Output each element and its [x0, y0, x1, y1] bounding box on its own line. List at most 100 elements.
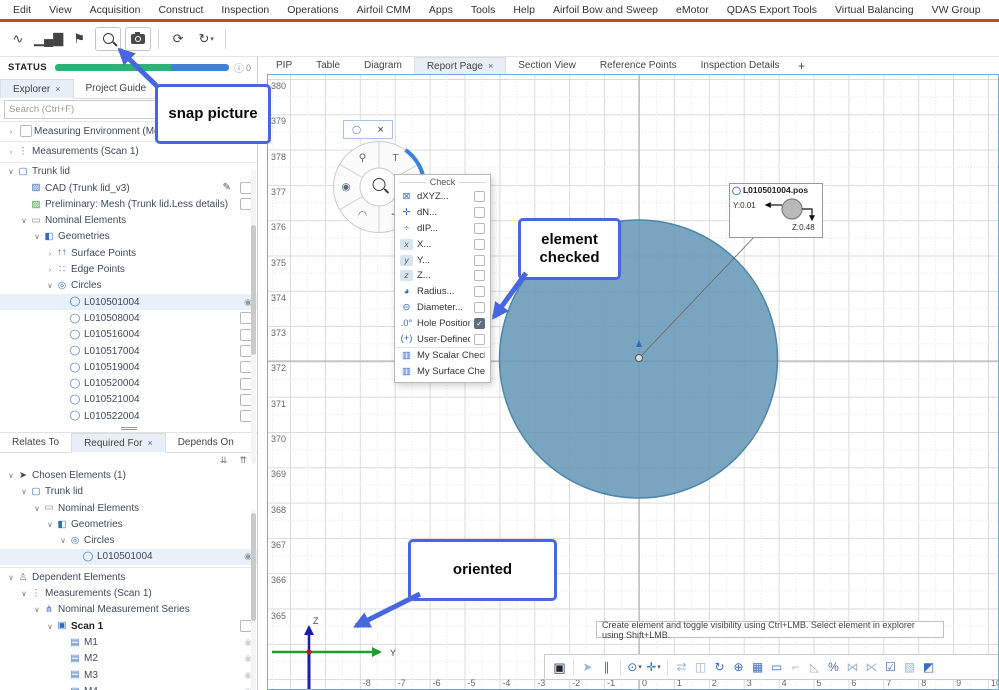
- expander-icon[interactable]: ∨: [58, 536, 68, 545]
- layout-icon[interactable]: ◩: [919, 661, 938, 673]
- view-orientation-icon[interactable]: ◉: [338, 179, 354, 195]
- check-item-dxyz[interactable]: ⊠dXYZ...: [395, 189, 490, 205]
- corner-select-icon[interactable]: ⌐: [786, 661, 805, 673]
- check-item-my-scalar-check[interactable]: ▥My Scalar Check: [395, 347, 490, 364]
- globe-icon[interactable]: ⊕: [729, 661, 748, 673]
- tab-project-guide[interactable]: Project Guide: [74, 79, 159, 98]
- checkbox[interactable]: [474, 255, 485, 266]
- tree-row-l010522004[interactable]: ◯L010522004: [0, 408, 257, 424]
- tab-reference-points[interactable]: Reference Points: [588, 57, 689, 74]
- check-item-x[interactable]: xX...: [395, 236, 490, 252]
- tree-row-edge-points[interactable]: ›∷Edge Points: [0, 261, 257, 277]
- link-icon[interactable]: %: [824, 661, 843, 673]
- check-item-user-defined[interactable]: (+)User-Defined...: [395, 331, 490, 347]
- close-icon[interactable]: ×: [488, 61, 493, 71]
- scrollbar-thumb[interactable]: [251, 225, 256, 355]
- tree-row-nominal-elements[interactable]: ∨▭Nominal Elements: [0, 212, 257, 228]
- tree-row-m1[interactable]: ▤M1◉: [0, 634, 257, 650]
- menu-airfoil-bow-and-sweep[interactable]: Airfoil Bow and Sweep: [544, 4, 667, 16]
- checkbox[interactable]: [474, 239, 485, 250]
- new-tab-button[interactable]: +: [792, 57, 812, 74]
- checkbox[interactable]: ✓: [474, 318, 485, 329]
- tree-row-cad-trunk-lid-v3[interactable]: ▨CAD (Trunk lid_v3)✎: [0, 180, 257, 196]
- zoom-tool-icon[interactable]: [373, 178, 386, 196]
- hole-marker[interactable]: [782, 199, 802, 219]
- expander-icon[interactable]: ∨: [32, 504, 42, 513]
- expander-icon[interactable]: ›: [45, 265, 55, 274]
- checkbox[interactable]: [474, 207, 485, 218]
- rotate-icon[interactable]: ↻: [710, 661, 729, 673]
- menu-zeiss-scanport[interactable]: ZEISS ScanPort: [990, 4, 999, 16]
- tree-row-circles[interactable]: ∨◎Circles: [0, 278, 257, 294]
- tree-row-l010521004[interactable]: ◯L010521004: [0, 392, 257, 408]
- checkbox[interactable]: [474, 191, 485, 202]
- checkbox[interactable]: [20, 125, 32, 137]
- tree-row-l010501004[interactable]: ◯L010501004◉: [0, 294, 257, 310]
- rectangle-select-icon[interactable]: ▭: [767, 661, 786, 673]
- check-item-dn[interactable]: ✛dN...: [395, 205, 490, 221]
- menu-emotor[interactable]: eMotor: [667, 4, 718, 16]
- menu-virtual-balancing[interactable]: Virtual Balancing: [826, 4, 923, 16]
- close-icon[interactable]: ×: [377, 124, 383, 136]
- tab-report-page[interactable]: Report Page×: [414, 57, 506, 75]
- grid-icon[interactable]: ⋈: [843, 661, 862, 673]
- expander-icon[interactable]: ∨: [6, 167, 16, 176]
- edit-pencil-icon[interactable]: ✎: [223, 183, 231, 193]
- menu-apps[interactable]: Apps: [420, 4, 462, 16]
- menu-inspection[interactable]: Inspection: [212, 4, 278, 16]
- expander-icon[interactable]: ∨: [6, 573, 16, 582]
- image-overlay-icon[interactable]: ▧: [900, 661, 919, 673]
- screen-fit-icon[interactable]: ▦: [748, 661, 767, 673]
- tab-explorer[interactable]: Explorer×: [0, 79, 74, 99]
- tree-row-l010520004[interactable]: ◯L010520004: [0, 375, 257, 391]
- tab-diagram[interactable]: Diagram: [352, 57, 414, 74]
- panel-splitter[interactable]: [0, 424, 257, 433]
- tab-pip[interactable]: PIP: [264, 57, 304, 74]
- tree-row-trunk-lid[interactable]: ∨▢Trunk lid: [0, 162, 257, 180]
- tree-row-l010519004[interactable]: ◯L010519004: [0, 359, 257, 375]
- expander-icon[interactable]: ∨: [19, 589, 29, 598]
- expander-icon[interactable]: ∨: [45, 520, 55, 529]
- tree-row-chosen-elements-1[interactable]: ∨➤Chosen Elements (1): [0, 467, 257, 483]
- check-item-my-surface-check[interactable]: ▥My Surface Check: [395, 364, 490, 380]
- tree-row-circles[interactable]: ∨◎Circles: [0, 533, 257, 549]
- tree-row-m2[interactable]: ▤M2◉: [0, 651, 257, 667]
- tree-row-trunk-lid[interactable]: ∨▢Trunk lid: [0, 484, 257, 500]
- check-item-dip[interactable]: ÷dIP...: [395, 221, 490, 237]
- menu-edit[interactable]: Edit: [4, 4, 40, 16]
- pip-view-icon[interactable]: ▣: [550, 661, 569, 674]
- menu-tools[interactable]: Tools: [462, 4, 505, 16]
- tree-row-surface-points[interactable]: ›↑↑Surface Points: [0, 245, 257, 261]
- checkbox[interactable]: [474, 286, 485, 297]
- expander-icon[interactable]: ∨: [32, 232, 42, 241]
- slider-icon[interactable]: ∥: [597, 661, 616, 673]
- report-canvas[interactable]: Y Z 380379378377376375374373372371370369…: [267, 74, 999, 690]
- close-icon[interactable]: ×: [55, 84, 60, 94]
- tree-row-preliminary-mesh-trunk-lid-less-details[interactable]: ▨Preliminary: Mesh (Trunk lid.Less detai…: [0, 196, 257, 212]
- menu-vw-group[interactable]: VW Group: [923, 4, 990, 16]
- checkbox[interactable]: [474, 334, 485, 345]
- check-item-z[interactable]: zZ...: [395, 268, 490, 284]
- tab-depends-on[interactable]: Depends On: [166, 433, 246, 452]
- checkbox-overlay-icon[interactable]: ☑: [881, 661, 900, 673]
- select-cursor-icon[interactable]: ➤: [578, 661, 597, 673]
- text-annotation-icon[interactable]: T: [388, 150, 404, 166]
- curve-tool-icon[interactable]: ∿: [6, 28, 30, 50]
- tab-section-view[interactable]: Section View: [506, 57, 588, 74]
- tree-row-nominal-elements[interactable]: ∨▭Nominal Elements: [0, 500, 257, 516]
- arc-tool-icon[interactable]: ◠: [355, 208, 371, 224]
- tab-relates-to[interactable]: Relates To: [0, 433, 71, 452]
- tab-inspection-details[interactable]: Inspection Details: [689, 57, 792, 74]
- menu-operations[interactable]: Operations: [278, 4, 347, 16]
- checkbox[interactable]: [474, 302, 485, 313]
- histogram-icon[interactable]: ▁▄▇: [34, 28, 63, 50]
- menu-construct[interactable]: Construct: [149, 4, 212, 16]
- mirror-icon[interactable]: ◫: [691, 661, 710, 673]
- tree-row-l010517004[interactable]: ◯L010517004: [0, 343, 257, 359]
- info-icon[interactable]: ⓘ: [234, 60, 244, 75]
- tree-row-m3[interactable]: ▤M3◉: [0, 667, 257, 683]
- tree-row-nominal-measurement-series[interactable]: ∨⋔Nominal Measurement Series: [0, 602, 257, 618]
- check-item-hole-position[interactable]: .0°Hole Position...✓: [395, 315, 490, 331]
- checkbox[interactable]: [474, 270, 485, 281]
- tab-required-for[interactable]: Required For×: [71, 433, 166, 453]
